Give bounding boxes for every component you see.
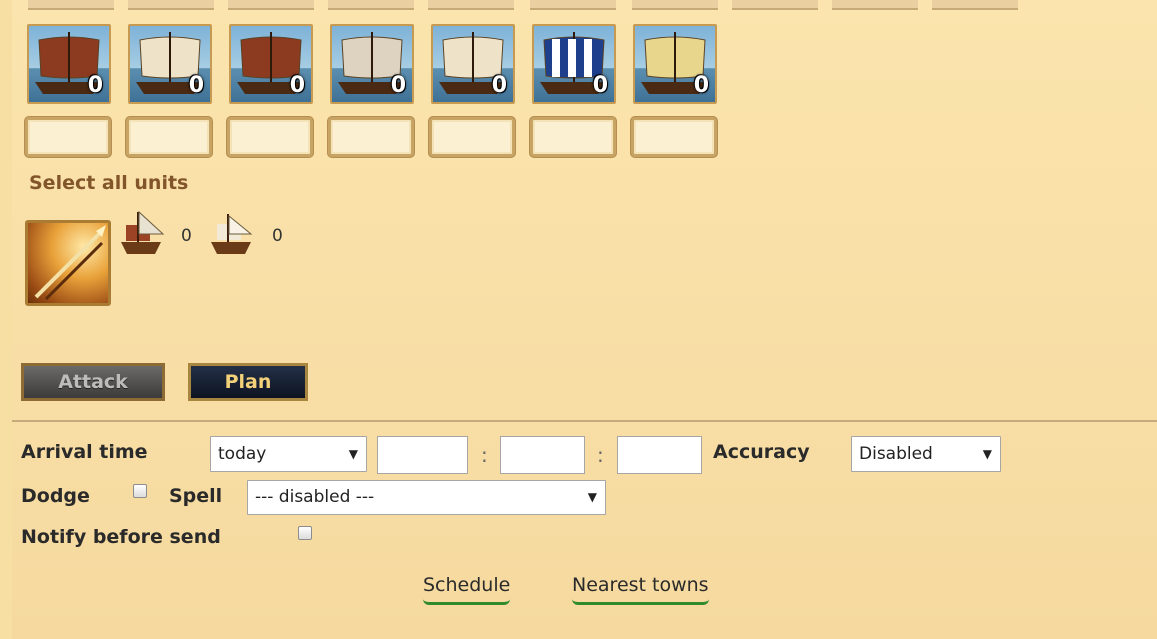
notify-checkbox[interactable] (298, 526, 312, 540)
dodge-label: Dodge (21, 485, 90, 507)
unit-attack-ship-icon[interactable]: 0 (229, 24, 313, 104)
time-separator: : (597, 443, 604, 467)
arrival-day-value: today (218, 444, 267, 464)
tab-stub[interactable] (228, 0, 314, 10)
small-transport-capacity-count: 0 (272, 226, 283, 246)
attack-button[interactable]: Attack (21, 363, 165, 401)
unit-count: 0 (592, 73, 608, 98)
schedule-link[interactable]: Schedule (423, 574, 511, 605)
unit-big-transporter-icon[interactable]: 0 (27, 24, 111, 104)
section-divider (12, 420, 1157, 422)
tab-stub[interactable] (530, 0, 616, 10)
transport-capacity-count: 0 (181, 226, 192, 246)
plan-button[interactable]: Plan (188, 363, 308, 401)
attack-type-icon[interactable] (25, 220, 111, 306)
notify-before-send-label: Notify before send (21, 526, 221, 548)
unit-colonize-ship-input[interactable] (631, 117, 717, 157)
tab-stub[interactable] (128, 0, 214, 10)
transport-ship-icon (121, 210, 165, 254)
unit-count: 0 (390, 73, 406, 98)
unit-bireme-icon[interactable]: 0 (128, 24, 212, 104)
tab-stub[interactable] (28, 0, 114, 10)
unit-small-transporter-input[interactable] (429, 117, 515, 157)
tab-stub[interactable] (428, 0, 514, 10)
spell-select[interactable]: --- disabled --- ▼ (247, 480, 606, 515)
dodge-checkbox[interactable] (133, 484, 147, 498)
unit-count: 0 (188, 73, 204, 98)
small-transport-icon (211, 214, 253, 254)
unit-demolition-ship-icon[interactable]: 0 (330, 24, 414, 104)
time-separator: : (481, 443, 488, 467)
accuracy-label: Accuracy (713, 441, 810, 463)
unit-count: 0 (87, 73, 103, 98)
chevron-down-icon: ▼ (982, 447, 992, 461)
spell-label: Spell (169, 485, 223, 507)
arrival-time-label: Arrival time (21, 441, 148, 463)
unit-count: 0 (693, 73, 709, 98)
spell-value: --- disabled --- (255, 487, 375, 507)
unit-bireme-input[interactable] (126, 117, 212, 157)
accuracy-value: Disabled (859, 444, 933, 464)
arrival-second-input[interactable] (617, 436, 702, 474)
unit-count: 0 (491, 73, 507, 98)
arrival-day-select[interactable]: today ▼ (210, 436, 367, 472)
tab-stub[interactable] (732, 0, 818, 10)
unit-big-transporter-input[interactable] (25, 117, 111, 157)
tab-stub[interactable] (832, 0, 918, 10)
arrival-minute-input[interactable] (500, 436, 585, 474)
accuracy-select[interactable]: Disabled ▼ (851, 436, 1001, 472)
tab-stub[interactable] (632, 0, 718, 10)
tab-stub[interactable] (328, 0, 414, 10)
arrival-hour-input[interactable] (377, 436, 468, 474)
unit-trireme-input[interactable] (530, 117, 616, 157)
chevron-down-icon: ▼ (348, 447, 358, 461)
chevron-down-icon: ▼ (587, 490, 597, 504)
select-all-units-link[interactable]: Select all units (29, 172, 188, 194)
unit-attack-ship-input[interactable] (227, 117, 313, 157)
unit-demolition-ship-input[interactable] (328, 117, 414, 157)
unit-trireme-icon[interactable]: 0 (532, 24, 616, 104)
unit-small-transporter-icon[interactable]: 0 (431, 24, 515, 104)
unit-count: 0 (289, 73, 305, 98)
unit-colonize-ship-icon[interactable]: 0 (633, 24, 717, 104)
nearest-towns-link[interactable]: Nearest towns (572, 574, 709, 605)
tab-stub[interactable] (932, 0, 1018, 10)
